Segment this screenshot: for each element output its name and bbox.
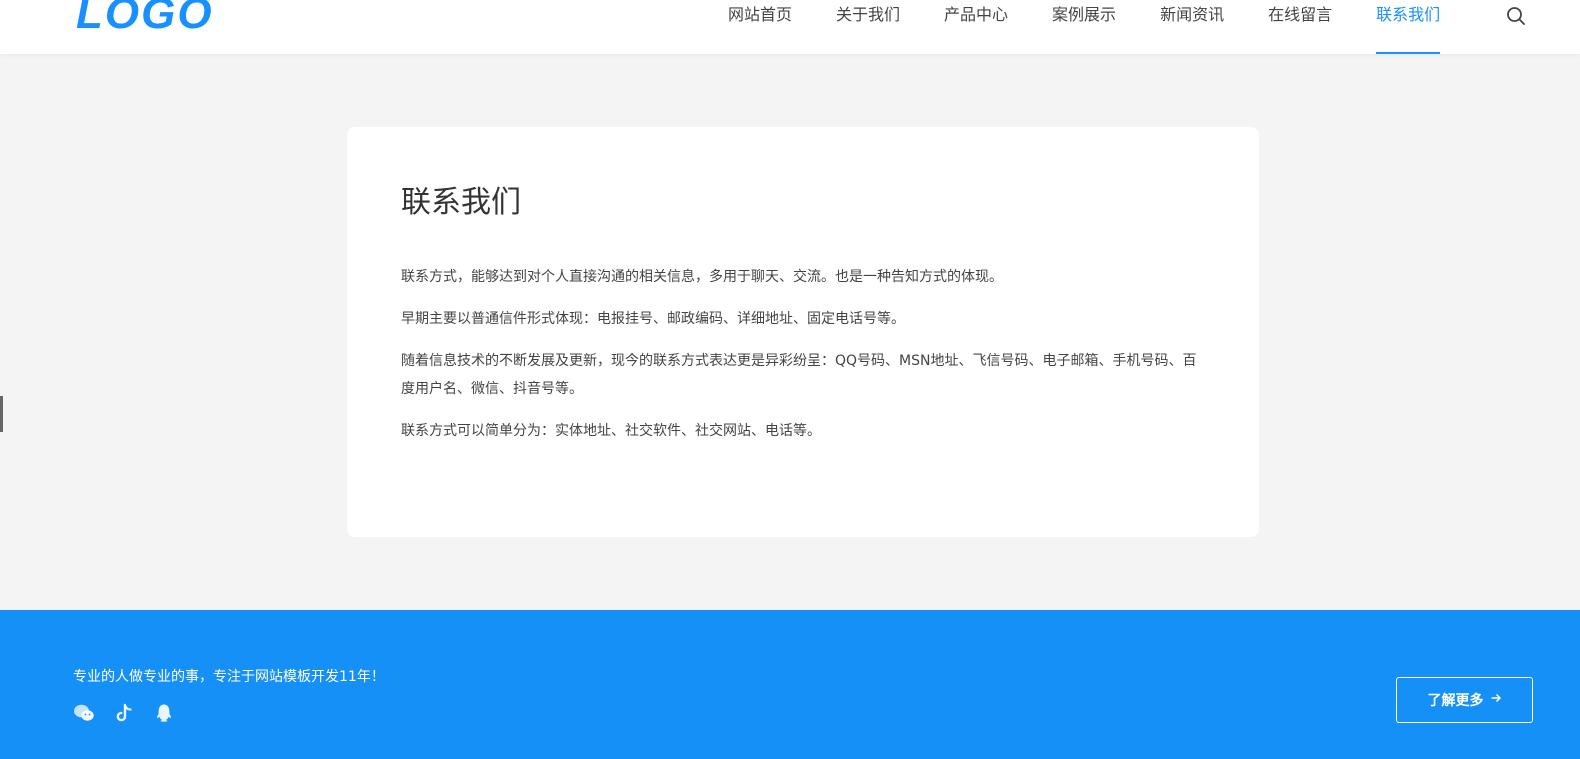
nav-item-contact[interactable]: 联系我们 xyxy=(1354,0,1462,54)
nav-item-about[interactable]: 关于我们 xyxy=(814,0,922,54)
search-icon[interactable] xyxy=(1506,6,1526,26)
arrow-right-icon xyxy=(1490,692,1502,708)
nav-item-home[interactable]: 网站首页 xyxy=(706,0,814,54)
content-paragraph-1: 联系方式，能够达到对个人直接沟通的相关信息，多用于聊天、交流。也是一种告知方式的… xyxy=(401,269,1003,285)
scroll-handle[interactable] xyxy=(0,396,3,432)
learn-more-button[interactable]: 了解更多 xyxy=(1396,677,1533,723)
wechat-icon[interactable] xyxy=(73,702,95,724)
nav-item-message[interactable]: 在线留言 xyxy=(1246,0,1354,54)
content-paragraph-4: 联系方式可以简单分为：实体地址、社交软件、社交网站、电话等。 xyxy=(401,423,821,439)
page-title: 联系我们 xyxy=(401,185,521,220)
site-logo[interactable]: LOGO xyxy=(76,0,214,36)
site-footer: 专业的人做专业的事，专注于网站模板开发11年！ 了解更多 xyxy=(0,610,1580,759)
content-paragraph-3: 随着信息技术的不断发展及更新，现今的联系方式表达更是异彩纷呈：QQ号码、MSN地… xyxy=(401,353,1197,397)
qq-icon[interactable] xyxy=(153,702,175,724)
nav-item-news[interactable]: 新闻资讯 xyxy=(1138,0,1246,54)
nav-item-products[interactable]: 产品中心 xyxy=(922,0,1030,54)
social-links xyxy=(73,702,175,724)
footer-slogan: 专业的人做专业的事，专注于网站模板开发11年！ xyxy=(73,669,385,685)
content-paragraph-2: 早期主要以普通信件形式体现：电报挂号、邮政编码、详细地址、固定电话号等。 xyxy=(401,311,905,327)
main-nav: 网站首页 关于我们 产品中心 案例展示 新闻资讯 在线留言 联系我们 xyxy=(706,0,1462,54)
nav-item-cases[interactable]: 案例展示 xyxy=(1030,0,1138,54)
contact-card: 联系我们 联系方式，能够达到对个人直接沟通的相关信息，多用于聊天、交流。也是一种… xyxy=(347,127,1259,537)
contact-content: 联系方式，能够达到对个人直接沟通的相关信息，多用于聊天、交流。也是一种告知方式的… xyxy=(401,263,1201,459)
learn-more-label: 了解更多 xyxy=(1427,693,1484,709)
tiktok-icon[interactable] xyxy=(113,702,135,724)
site-header: LOGO 网站首页 关于我们 产品中心 案例展示 新闻资讯 在线留言 联系我们 xyxy=(0,0,1580,54)
